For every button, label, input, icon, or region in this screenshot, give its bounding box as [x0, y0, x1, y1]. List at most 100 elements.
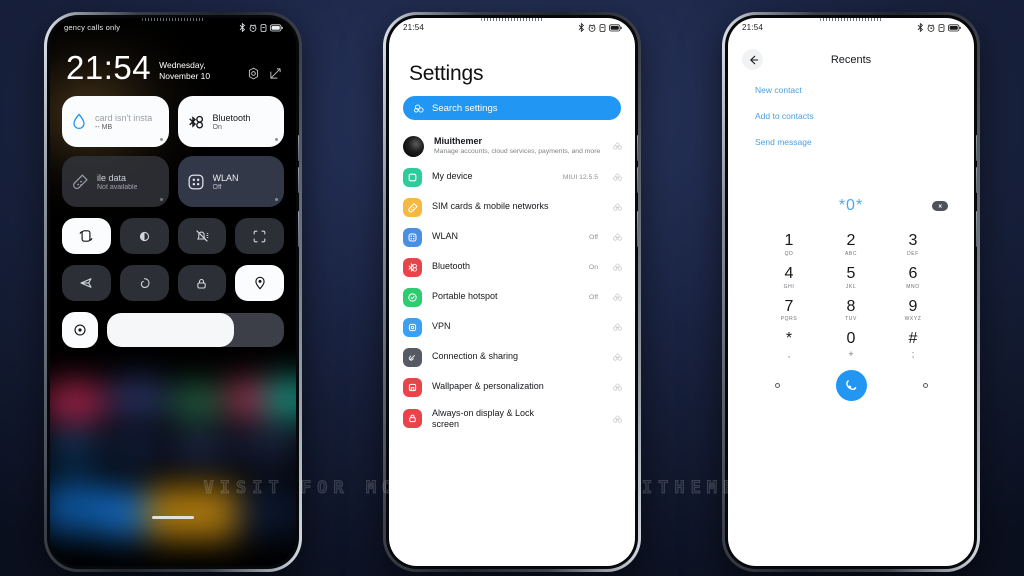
new-contact-link[interactable]: New contact [755, 85, 974, 95]
tile-text: card isn't insta -- MB [95, 113, 152, 131]
lock-screen-content: gency calls only 21:54 Wednesday, Novemb… [50, 18, 296, 348]
key-digit: 7 [784, 297, 794, 315]
key-0[interactable]: 0 + [820, 330, 882, 360]
settings-row-portable-hotspot[interactable]: Portable hotspot Off [389, 282, 635, 312]
page-title: Recents [830, 53, 872, 66]
lock-toggle[interactable] [177, 265, 227, 301]
volume-up-button[interactable] [298, 135, 299, 161]
settings-row-sim-cards[interactable]: SIM cards & mobile networks [389, 192, 635, 222]
backspace-button[interactable] [932, 201, 948, 211]
settings-row-my-device[interactable]: My device MIUI 12.5.5 [389, 162, 635, 192]
auto-rotate-toggle[interactable] [62, 218, 111, 254]
send-message-link[interactable]: Send message [755, 137, 974, 147]
key-star[interactable]: *, [758, 330, 820, 360]
settings-row-always-on-display[interactable]: Always-on display & Lock screen [389, 402, 635, 436]
key-hash[interactable]: #; [882, 331, 944, 360]
volume-up-button[interactable] [976, 135, 977, 161]
flashlight-toggle[interactable] [62, 312, 98, 348]
dark-mode-toggle[interactable] [119, 218, 169, 254]
key-2[interactable]: 2 ABC [820, 232, 882, 257]
page-title: Settings [409, 62, 484, 85]
nfc-toggle[interactable] [119, 265, 169, 301]
silent-toggle[interactable] [177, 218, 227, 254]
phone2-bezel: 21:54 Settings Search settings Miuitheme [386, 15, 638, 569]
settings-row-bluetooth[interactable]: Bluetooth On [389, 252, 635, 282]
tile-title: card isn't insta [95, 112, 153, 123]
sim1-call-button[interactable] [774, 383, 780, 389]
location-toggle[interactable] [235, 265, 284, 301]
key-1[interactable]: 1 QD [758, 232, 820, 257]
row-text: Connection & sharing [432, 351, 588, 362]
tile-mobile-data[interactable]: ile data Not available [62, 156, 169, 207]
phone3-screen: 21:54 Recents New contact Add to contact… [728, 18, 974, 566]
brightness-slider-fill [107, 313, 235, 347]
screenshot-toggle[interactable] [235, 218, 284, 254]
edit-icon[interactable] [269, 67, 282, 80]
key-letters: , [787, 349, 791, 360]
settings-row-account[interactable]: Miuithemer Manage accounts, cloud servic… [389, 130, 635, 162]
key-9[interactable]: 9 WXYZ [882, 298, 944, 323]
key-4[interactable]: 4 GHI [758, 265, 820, 290]
key-3[interactable]: 3 DEF [882, 232, 944, 257]
settings-gear-icon[interactable] [247, 67, 260, 80]
wlan-icon [188, 174, 203, 189]
home-indicator[interactable] [152, 516, 194, 519]
row-text: Bluetooth [432, 261, 579, 272]
key-letters: MNO [906, 283, 920, 290]
key-digit: * [785, 330, 793, 348]
row-text: WLAN [432, 231, 579, 242]
tile-indicator-dot [275, 138, 278, 141]
key-digit: 0 [846, 330, 856, 348]
lock-shortcut-icons [247, 67, 282, 80]
dial-keypad: 1 QD 2 ABC 3 DEF 4 GHI 5 JKL 6 MNO 7 PQRS 8 TUV … [728, 232, 974, 360]
chevron-icon [613, 293, 622, 301]
volume-down-button[interactable] [298, 167, 299, 193]
sim2-call-button[interactable] [922, 383, 928, 389]
power-button[interactable] [298, 211, 299, 247]
row-text: My device [432, 171, 553, 182]
tile-bluetooth[interactable]: Bluetooth On [177, 96, 284, 147]
key-letters: DEF [907, 250, 919, 257]
key-7[interactable]: 7 PQRS [758, 297, 820, 323]
volume-down-button[interactable] [637, 167, 638, 193]
row-text: SIM cards & mobile networks [432, 201, 588, 212]
key-6[interactable]: 6 MNO [882, 265, 944, 290]
phone2-screen: 21:54 Settings Search settings Miuitheme [389, 18, 635, 566]
mobile-data-icon [73, 173, 88, 189]
volume-up-button[interactable] [637, 135, 638, 161]
settings-row-wallpaper[interactable]: Wallpaper & personalization [389, 372, 635, 402]
row-text: Wallpaper & personalization [432, 381, 588, 392]
nfc-icon [140, 277, 150, 288]
row-text: Portable hotspot [432, 291, 579, 302]
tile-wlan[interactable]: WLAN Off [177, 156, 284, 207]
key-digit: 8 [846, 297, 856, 315]
power-button[interactable] [637, 211, 638, 247]
wallpaper-icon [403, 377, 422, 397]
tile-indicator-dot [275, 198, 278, 201]
key-5[interactable]: 5 JKL [820, 265, 882, 290]
key-letters: QD [784, 250, 794, 257]
call-button[interactable] [835, 370, 867, 402]
tile-data-usage[interactable]: card isn't insta -- MB [62, 96, 169, 147]
tile-text: ile data Not available [97, 173, 137, 191]
quick-toggles-row1 [50, 207, 296, 254]
volume-down-button[interactable] [976, 167, 977, 193]
search-input[interactable]: Search settings [403, 96, 621, 120]
earpiece-grille-icon [481, 18, 543, 21]
brightness-slider[interactable] [107, 313, 284, 347]
settings-row-wlan[interactable]: WLAN Off [389, 222, 635, 252]
add-to-contacts-link[interactable]: Add to contacts [755, 111, 974, 121]
settings-list: Miuithemer Manage accounts, cloud servic… [389, 130, 635, 436]
lock-clock-time: 21:54 [66, 49, 152, 86]
tile-title: Bluetooth [212, 112, 251, 123]
settings-row-vpn[interactable]: VPN [389, 312, 635, 342]
key-8[interactable]: 8 TUV [820, 297, 882, 323]
account-desc: Manage accounts, cloud services, payment… [434, 147, 601, 155]
power-button[interactable] [976, 211, 977, 247]
chevron-icon [613, 173, 622, 181]
airplane-mode-toggle[interactable] [62, 265, 111, 301]
settings-row-connection-sharing[interactable]: Connection & sharing [389, 342, 635, 372]
row-label: Bluetooth [432, 261, 471, 272]
statusbar-icons [239, 23, 283, 32]
row-value: MIUI 12.5.5 [562, 173, 598, 181]
